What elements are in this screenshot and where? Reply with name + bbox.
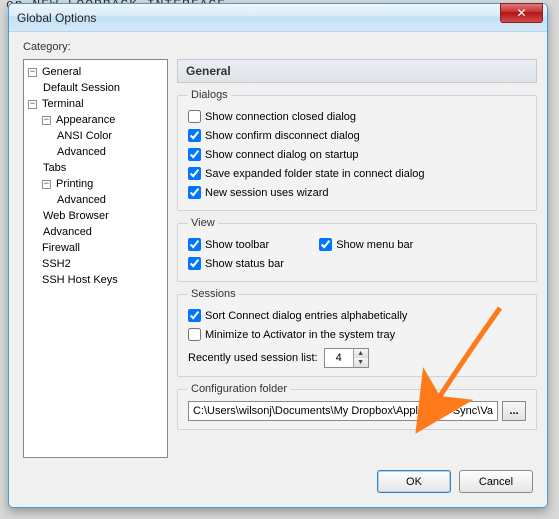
chk-show-disconnect-label: Show confirm disconnect dialog	[205, 130, 360, 142]
tree-item-tabs[interactable]: Tabs	[42, 162, 67, 174]
chk-statusbar-box[interactable]	[188, 257, 201, 270]
chk-minimize[interactable]: Minimize to Activator in the system tray	[188, 325, 526, 344]
chk-new-wizard[interactable]: New session uses wizard	[188, 183, 526, 202]
spinner-down-icon[interactable]: ▼	[354, 358, 368, 367]
dialog-button-row: OK Cancel	[9, 466, 547, 507]
view-legend: View	[188, 217, 218, 229]
tree-item-web-browser[interactable]: Web Browser	[42, 210, 110, 222]
panel-header: General	[177, 59, 537, 83]
chk-save-expanded-label: Save expanded folder state in connect di…	[205, 168, 425, 180]
cancel-button[interactable]: Cancel	[459, 470, 533, 493]
chk-sort-alpha-box[interactable]	[188, 309, 201, 322]
chk-menubar-label: Show menu bar	[336, 239, 413, 251]
close-icon: ✕	[516, 6, 526, 20]
dialogs-group: Dialogs Show connection closed dialog Sh…	[177, 89, 537, 211]
chk-save-expanded[interactable]: Save expanded folder state in connect di…	[188, 164, 526, 183]
config-path-input[interactable]	[188, 401, 498, 421]
dialog-content: Category: −General Default Session −Term…	[9, 32, 547, 507]
chk-show-disconnect[interactable]: Show confirm disconnect dialog	[188, 126, 526, 145]
tree-item-ansi-color[interactable]: ANSI Color	[56, 130, 113, 142]
view-group: View Show toolbar Show menu bar Show sta…	[177, 217, 537, 282]
browse-button[interactable]: ...	[502, 401, 526, 421]
ok-button[interactable]: OK	[377, 470, 451, 493]
chk-new-wizard-box[interactable]	[188, 186, 201, 199]
chk-new-wizard-label: New session uses wizard	[205, 187, 329, 199]
global-options-dialog: Global Options ✕ Category: −General Defa…	[8, 3, 548, 508]
chk-show-startup[interactable]: Show connect dialog on startup	[188, 145, 526, 164]
recent-value-input[interactable]	[325, 349, 353, 367]
config-folder-group: Configuration folder ...	[177, 383, 537, 430]
chk-sort-alpha-label: Sort Connect dialog entries alphabetical…	[205, 310, 407, 322]
tree-item-advanced-terminal[interactable]: Advanced	[42, 226, 93, 238]
chk-sort-alpha[interactable]: Sort Connect dialog entries alphabetical…	[188, 306, 526, 325]
titlebar[interactable]: Global Options ✕	[9, 4, 547, 32]
tree-item-printing[interactable]: Printing	[55, 178, 94, 190]
tree-item-terminal[interactable]: Terminal	[41, 98, 85, 110]
chk-minimize-label: Minimize to Activator in the system tray	[205, 329, 395, 341]
spinner-up-icon[interactable]: ▲	[354, 349, 368, 358]
tree-item-advanced-appearance[interactable]: Advanced	[56, 146, 107, 158]
chk-menubar[interactable]: Show menu bar	[319, 235, 413, 254]
chk-show-closed-label: Show connection closed dialog	[205, 111, 356, 123]
chk-toolbar[interactable]: Show toolbar	[188, 235, 269, 254]
sessions-group: Sessions Sort Connect dialog entries alp…	[177, 288, 537, 377]
tree-item-firewall[interactable]: Firewall	[41, 242, 81, 254]
tree-toggle-appearance[interactable]: −	[42, 116, 51, 125]
chk-show-startup-label: Show connect dialog on startup	[205, 149, 359, 161]
recent-spinner[interactable]: ▲ ▼	[324, 348, 369, 368]
chk-save-expanded-box[interactable]	[188, 167, 201, 180]
tree-item-ssh-host-keys[interactable]: SSH Host Keys	[41, 274, 119, 286]
chk-show-startup-box[interactable]	[188, 148, 201, 161]
tree-item-advanced-printing[interactable]: Advanced	[56, 194, 107, 206]
category-tree[interactable]: −General Default Session −Terminal −Appe…	[23, 59, 168, 458]
chk-show-closed[interactable]: Show connection closed dialog	[188, 107, 526, 126]
tree-item-appearance[interactable]: Appearance	[55, 114, 116, 126]
tree-toggle-terminal[interactable]: −	[28, 100, 37, 109]
recent-label: Recently used session list:	[188, 352, 318, 364]
chk-statusbar[interactable]: Show status bar	[188, 254, 526, 273]
tree-toggle-printing[interactable]: −	[42, 180, 51, 189]
chk-minimize-box[interactable]	[188, 328, 201, 341]
sessions-legend: Sessions	[188, 288, 239, 300]
chk-toolbar-box[interactable]	[188, 238, 201, 251]
chk-menubar-box[interactable]	[319, 238, 332, 251]
tree-item-general[interactable]: General	[41, 66, 82, 78]
tree-item-default-session[interactable]: Default Session	[42, 82, 121, 94]
category-label: Category:	[9, 32, 547, 59]
tree-toggle-general[interactable]: −	[28, 68, 37, 77]
chk-toolbar-label: Show toolbar	[205, 239, 269, 251]
settings-panel: General Dialogs Show connection closed d…	[177, 59, 537, 458]
chk-show-disconnect-box[interactable]	[188, 129, 201, 142]
chk-show-closed-box[interactable]	[188, 110, 201, 123]
config-legend: Configuration folder	[188, 383, 290, 395]
dialogs-legend: Dialogs	[188, 89, 231, 101]
chk-statusbar-label: Show status bar	[205, 258, 284, 270]
close-button[interactable]: ✕	[500, 3, 543, 23]
window-title: Global Options	[17, 11, 96, 25]
tree-item-ssh2[interactable]: SSH2	[41, 258, 72, 270]
